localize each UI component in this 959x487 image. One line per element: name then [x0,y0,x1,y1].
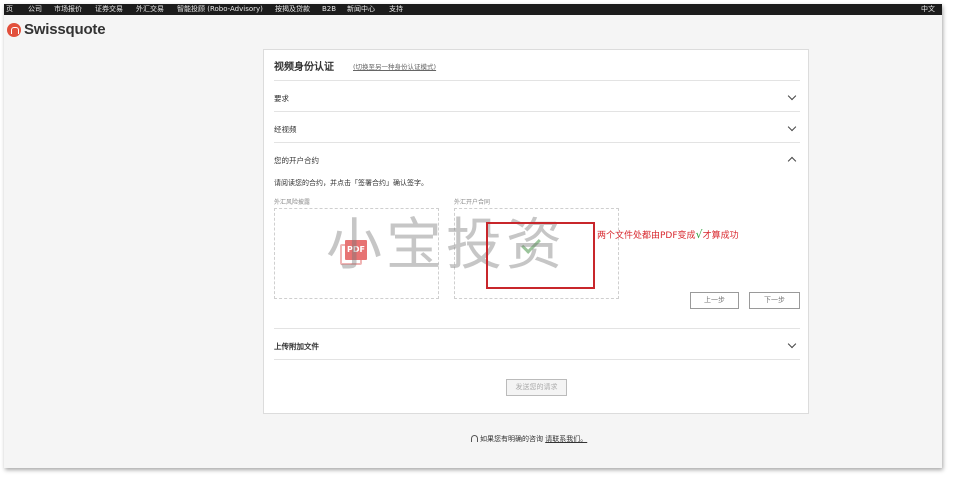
contact-us-link[interactable]: 请联系我们。 [545,435,587,443]
help-text: 如果您有明确的咨询 [480,435,543,443]
section-requirements-label[interactable]: 要求 [274,93,289,104]
next-button[interactable]: 下一步 [749,292,800,309]
top-navigation-bar: 页 公司 市场报价 证券交易 外汇交易 智能投顾 (Robo-Advisory)… [4,4,942,15]
annotation-note: 两个文件处都由PDF变成√才算成功 [597,228,739,241]
nav-item-market-quotes[interactable]: 市场报价 [54,4,82,15]
divider [274,142,800,143]
divider [274,80,800,81]
nav-item-mortgages-loans[interactable]: 按揭及贷款 [275,4,310,15]
headset-icon [471,435,478,442]
help-footer: 如果您有明确的咨询 请联系我们。 [471,434,587,444]
nav-item-forex-trading[interactable]: 外汇交易 [136,4,164,15]
divider [274,328,800,329]
page-title: 视频身份认证 [274,62,334,73]
highlight-box [486,222,595,289]
annotation-text: 两个文件处都由PDF变成 [597,231,696,241]
previous-button[interactable]: 上一步 [690,292,739,309]
document-label-forex-risk: 外汇风险披露 [274,199,311,206]
nav-item-home[interactable]: 页 [6,4,13,15]
section-upload-label[interactable]: 上传附加文件 [274,341,319,352]
chevron-down-icon[interactable] [787,122,797,132]
switch-verification-mode-link[interactable]: (切换至另一种身份认证模式) [353,61,436,71]
divider [274,359,800,360]
nav-item-news-center[interactable]: 新闻中心 [347,4,375,15]
browser-page: 页 公司 市场报价 证券交易 外汇交易 智能投顾 (Robo-Advisory)… [4,4,942,468]
language-switcher[interactable]: 中文 [921,4,935,15]
submit-request-button[interactable]: 发送您的请求 [506,379,567,396]
nav-item-robo-advisory[interactable]: 智能投顾 (Robo-Advisory) [177,4,263,15]
nav-item-support[interactable]: 支持 [389,4,403,15]
nav-item-b2b[interactable]: B2B [322,4,336,15]
annotation-tail: 才算成功 [702,231,739,241]
section-contract-label[interactable]: 您的开户合约 [274,155,319,166]
logo-text: Swissquote [24,21,106,38]
pdf-icon[interactable]: PDF [340,240,368,265]
chevron-down-icon[interactable] [787,91,797,101]
divider [274,111,800,112]
contract-instruction: 请阅读您的合约，并点击「签署合约」确认签字。 [274,179,428,187]
document-label-account-contract: 外汇开户合同 [454,199,491,206]
chevron-down-icon[interactable] [787,339,797,349]
screenshot-stage: 页 公司 市场报价 证券交易 外汇交易 智能投顾 (Robo-Advisory)… [0,0,959,487]
logo-mark-icon [7,23,21,37]
nav-item-securities-trading[interactable]: 证券交易 [95,4,123,15]
section-video-label[interactable]: 经视频 [274,124,297,135]
annotation-checkmark: √ [695,228,703,241]
document-forex-risk-disclosure[interactable]: PDF [274,208,439,299]
nav-item-company[interactable]: 公司 [28,4,42,15]
chevron-up-icon[interactable] [787,156,797,166]
